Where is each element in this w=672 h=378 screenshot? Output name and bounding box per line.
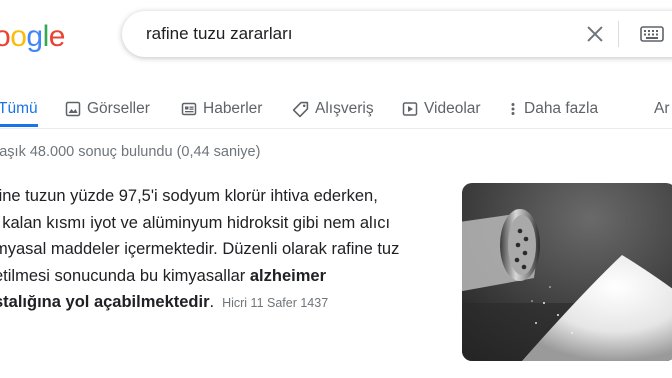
logo-letter: g: [26, 20, 43, 53]
tab-news[interactable]: Haberler: [181, 94, 262, 124]
tab-label: Alışveriş: [315, 100, 374, 117]
snippet-text: etilmesi sonucunda bu kimyasallar: [0, 266, 250, 285]
news-icon: [181, 102, 197, 116]
tab-images[interactable]: Görseller: [65, 94, 150, 124]
tab-label: Haberler: [203, 100, 263, 117]
tab-all[interactable]: Tümü: [0, 94, 38, 124]
snippet-highlight: stalığına yol açabilmektedir: [0, 293, 210, 311]
google-logo[interactable]: oogle: [0, 19, 65, 55]
search-tabs: Tümü Görseller Haberler Alışveriş Videol…: [0, 88, 672, 128]
snippet-highlight: alzheimer: [249, 266, 326, 285]
tab-tools[interactable]: Ar: [654, 94, 670, 124]
play-icon: [402, 102, 418, 116]
tab-shopping[interactable]: Alışveriş: [292, 94, 374, 124]
featured-snippet-text: fine tuzun yüzde 97,5'i sodyum klorür ih…: [0, 183, 444, 317]
snippet-line: etilmesi sonucunda bu kimyasallar alzhei…: [0, 263, 444, 290]
image-icon: [65, 101, 81, 117]
tab-videos[interactable]: Videolar: [402, 94, 481, 124]
tab-label: Daha fazla: [524, 100, 599, 117]
more-vert-icon: [511, 103, 515, 115]
logo-letter: o: [0, 20, 11, 53]
search-box[interactable]: rafine tuzu zararları: [122, 11, 672, 57]
snippet-thumbnail[interactable]: [462, 183, 672, 361]
keyboard-icon[interactable]: [640, 26, 664, 42]
tab-label: Tümü: [0, 100, 38, 117]
logo-letter: e: [48, 20, 66, 53]
search-input[interactable]: rafine tuzu zararları: [146, 24, 292, 44]
tab-more[interactable]: Daha fazla: [508, 94, 598, 124]
snippet-date: Hicri 11 Safer 1437: [222, 296, 329, 310]
snippet-text: .: [209, 293, 215, 311]
logo-letter: o: [10, 20, 27, 53]
snippet-line: fine tuzun yüzde 97,5'i sodyum klorür ih…: [0, 187, 378, 205]
snippet-line: i kalan kısmı iyot ve alüminyum hidroksi…: [0, 213, 391, 232]
tab-label: Görseller: [87, 100, 150, 117]
active-tab-indicator: [0, 124, 38, 127]
snippet-line: myasal maddeler içermektedir. Düzenli ol…: [0, 240, 400, 258]
tabs-divider: [0, 128, 672, 129]
close-icon[interactable]: [584, 23, 606, 45]
salt-shaker-image: [462, 183, 672, 361]
result-stats: laşık 48.000 sonuç bulundu (0,44 saniye): [0, 144, 261, 160]
tab-label: Ar: [654, 100, 670, 117]
search-divider: [618, 21, 619, 47]
tag-icon: [292, 101, 309, 117]
snippet-line: stalığına yol açabilmektedir. Hicri 11 Sa…: [0, 289, 444, 317]
tab-label: Videolar: [424, 100, 481, 117]
